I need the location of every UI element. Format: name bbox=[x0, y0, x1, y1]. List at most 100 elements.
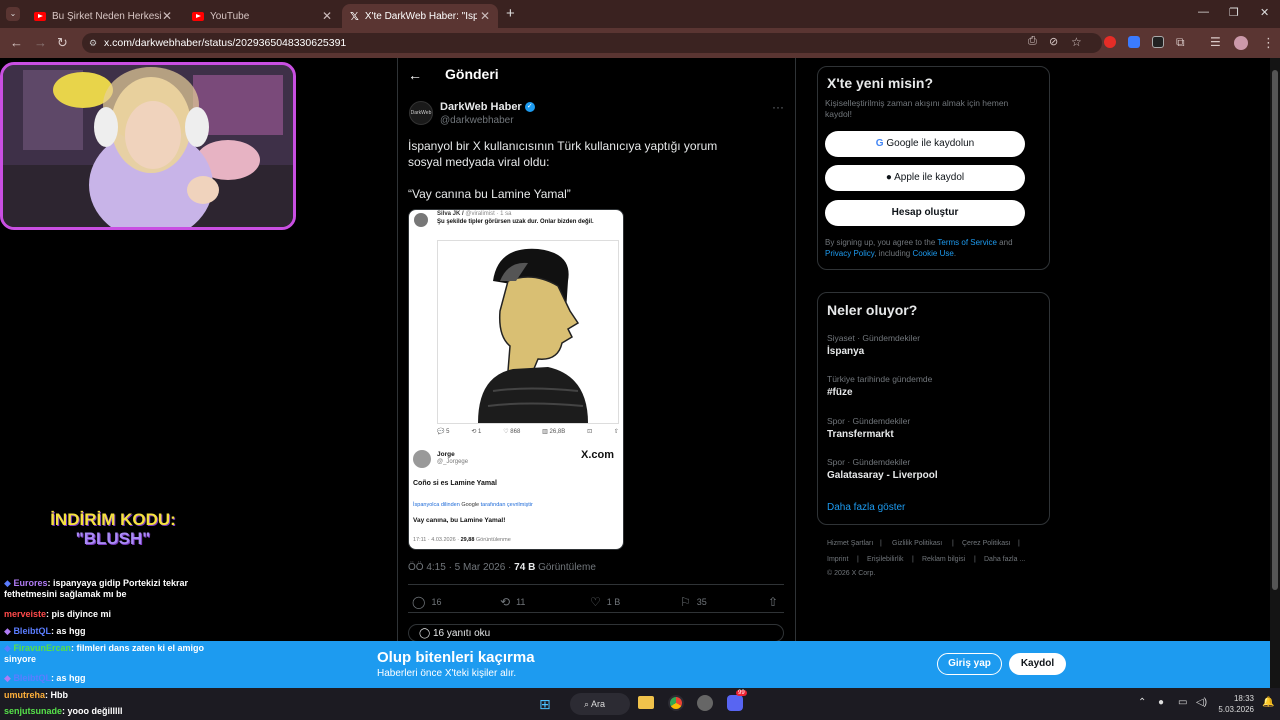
chat-message: merveiste: pis diyince mi bbox=[4, 609, 111, 620]
chat-message: ◆ BleibtQL: as hgg bbox=[4, 626, 85, 637]
post-timestamp[interactable]: ÖÖ 4:15 · 5 Mar 2026 · bbox=[408, 562, 514, 573]
trend-topic[interactable]: Galatasaray - Liverpool bbox=[827, 470, 938, 481]
trend-topic[interactable]: Transfermarkt bbox=[827, 429, 894, 440]
clock-date: 5.03.2026 bbox=[1218, 705, 1254, 714]
show-more-link[interactable]: Daha fazla göster bbox=[827, 502, 905, 513]
extension-blue-icon[interactable] bbox=[1128, 36, 1140, 48]
install-icon[interactable]: ⎙ bbox=[1028, 35, 1037, 48]
mic-icon[interactable]: ● bbox=[1158, 697, 1164, 708]
minimize-icon[interactable]: — bbox=[1198, 6, 1209, 18]
taskbar-search-label: Ara bbox=[591, 699, 606, 709]
repost-button[interactable]: ⟲ 11 bbox=[500, 595, 525, 609]
like-button[interactable]: ♡ 1 B bbox=[590, 595, 620, 609]
notification-bell-icon[interactable]: 🔔 bbox=[1262, 697, 1274, 708]
post-image[interactable]: Silva JK / @viralimist · 1 sa Şu şekilde… bbox=[408, 209, 624, 550]
embed-avatar bbox=[414, 213, 428, 227]
copyright: © 2026 X Corp. bbox=[827, 570, 876, 577]
chat-username: senjutsunade bbox=[4, 706, 63, 716]
footer-link[interactable]: Erişilebilirlik bbox=[867, 556, 904, 563]
reload-icon[interactable]: ↻ bbox=[57, 35, 68, 51]
author-name[interactable]: DarkWeb Haber bbox=[440, 101, 522, 113]
close-icon[interactable]: ✕ bbox=[322, 9, 332, 23]
create-account-button[interactable]: Hesap oluştur bbox=[825, 200, 1025, 226]
privacy-link[interactable]: Privacy Policy bbox=[825, 249, 874, 258]
read-replies-button[interactable]: ◯ 16 yanıtı oku bbox=[408, 624, 784, 642]
repost-count: 11 bbox=[516, 597, 526, 607]
more-options-icon[interactable]: ··· bbox=[772, 100, 784, 114]
url-field[interactable]: ⚙ x.com/darkwebhaber/status/202936504833… bbox=[82, 33, 1102, 53]
tab-search-icon[interactable]: ⌄ bbox=[6, 7, 20, 21]
app-icon[interactable] bbox=[697, 695, 713, 711]
bookmark-button[interactable]: ⚐ 35 bbox=[680, 595, 707, 609]
trend-topic[interactable]: İspanya bbox=[827, 346, 864, 357]
translation-prefix: İspanyolca dilinden bbox=[413, 502, 460, 508]
extension-dark-icon[interactable] bbox=[1152, 36, 1164, 48]
volume-icon[interactable]: ◁) bbox=[1196, 697, 1207, 708]
chrome-icon[interactable] bbox=[668, 695, 684, 711]
trend-topic[interactable]: #füze bbox=[827, 387, 853, 398]
clock[interactable]: 18:33 5.03.2026 bbox=[1212, 693, 1254, 715]
tab-youtube[interactable]: YouTube ✕ bbox=[184, 4, 340, 28]
chat-badge-icon: ◆ bbox=[4, 643, 11, 653]
discord-icon[interactable] bbox=[727, 695, 743, 711]
xcom-brand: X.com bbox=[581, 449, 615, 461]
google-signup-button[interactable]: G Google ile kaydolun bbox=[825, 131, 1025, 157]
back-arrow-icon[interactable]: ← bbox=[408, 67, 422, 83]
new-tab-icon[interactable]: + bbox=[506, 5, 515, 22]
author-handle[interactable]: @darkwebhaber bbox=[440, 115, 514, 126]
chat-username: BleibtQL bbox=[13, 673, 51, 683]
legal-text: , including bbox=[874, 249, 913, 258]
windows-start-icon[interactable]: ⊞ bbox=[539, 696, 551, 713]
restore-icon[interactable]: ❐ bbox=[1229, 6, 1239, 19]
login-button[interactable]: Giriş yap bbox=[937, 653, 1002, 675]
extensions-puzzle-icon[interactable]: ⧉ bbox=[1176, 35, 1185, 50]
reply-avatar bbox=[413, 450, 431, 468]
terms-link[interactable]: Terms of Service bbox=[937, 238, 997, 247]
back-icon[interactable]: ← bbox=[10, 35, 23, 50]
scrollbar-thumb[interactable] bbox=[1272, 70, 1278, 590]
taskbar-search[interactable]: ⌕ Ara bbox=[570, 693, 630, 715]
footer-link[interactable]: Daha fazla ... bbox=[984, 556, 1025, 563]
footer-link[interactable]: Hizmet Şartları bbox=[827, 540, 873, 547]
file-explorer-icon[interactable] bbox=[638, 696, 654, 709]
extension-red-icon[interactable] bbox=[1104, 36, 1116, 48]
translation-suffix: tarafından çevrilmiştir bbox=[480, 502, 533, 508]
author-avatar[interactable]: DarkWeb bbox=[409, 101, 433, 125]
close-icon[interactable]: ✕ bbox=[162, 9, 172, 23]
apple-signup-button[interactable]: ● Apple ile kaydol bbox=[825, 165, 1025, 191]
embed-reposts-count: 1 bbox=[478, 429, 482, 435]
tab-x-post[interactable]: 𝕏 X'te DarkWeb Haber: "İspanyol ✕ bbox=[342, 4, 498, 28]
cookie-link[interactable]: Cookie Use bbox=[912, 249, 953, 258]
read-replies-label: 16 yanıtı oku bbox=[432, 628, 491, 639]
reading-list-icon[interactable]: ☰ bbox=[1210, 35, 1221, 49]
chat-text: : Hbb bbox=[45, 690, 69, 700]
embed-replies-count: 5 bbox=[446, 429, 450, 435]
bookmark-star-icon[interactable]: ☆ bbox=[1071, 35, 1082, 49]
close-icon[interactable]: ✕ bbox=[480, 9, 490, 23]
legal-text: By signing up, you agree to the bbox=[825, 238, 938, 247]
youtube-icon bbox=[192, 11, 204, 21]
profile-avatar[interactable] bbox=[1234, 36, 1248, 50]
author-name-row[interactable]: DarkWeb Haber ✓ bbox=[440, 101, 535, 113]
reply-button[interactable]: ◯ 16 bbox=[412, 595, 441, 609]
tray-chevron-icon[interactable]: ⌃ bbox=[1138, 697, 1146, 708]
comment-icon: ◯ bbox=[419, 628, 433, 639]
footer-link[interactable]: Gizlilik Politikası bbox=[892, 540, 942, 547]
trends-card bbox=[817, 292, 1050, 525]
footer-link[interactable]: Imprint bbox=[827, 556, 848, 563]
footer-link[interactable]: Çerez Politikası bbox=[962, 540, 1011, 547]
close-window-icon[interactable]: ✕ bbox=[1260, 6, 1269, 19]
forward-icon: → bbox=[34, 35, 47, 50]
signup-legal: By signing up, you agree to the Terms of… bbox=[825, 237, 1040, 259]
site-info-icon[interactable]: ⚙ bbox=[89, 33, 97, 53]
apple-signup-label: Apple ile kaydol bbox=[894, 172, 965, 183]
tab-video[interactable]: Bu Şirket Neden Herkesi Korkut ✕ bbox=[26, 4, 180, 28]
banner-subtitle: Haberleri önce X'teki kişiler alır. bbox=[377, 668, 517, 679]
menu-icon[interactable]: ⋮ bbox=[1262, 35, 1275, 51]
signup-button[interactable]: Kaydol bbox=[1009, 653, 1066, 675]
footer-link[interactable]: Reklam bilgisi bbox=[922, 556, 965, 563]
share-button[interactable]: ⇧ bbox=[768, 595, 778, 609]
network-icon[interactable]: ▭ bbox=[1178, 697, 1187, 708]
eye-off-icon[interactable]: ⊘ bbox=[1049, 35, 1058, 48]
page-scrollbar[interactable] bbox=[1270, 58, 1280, 688]
